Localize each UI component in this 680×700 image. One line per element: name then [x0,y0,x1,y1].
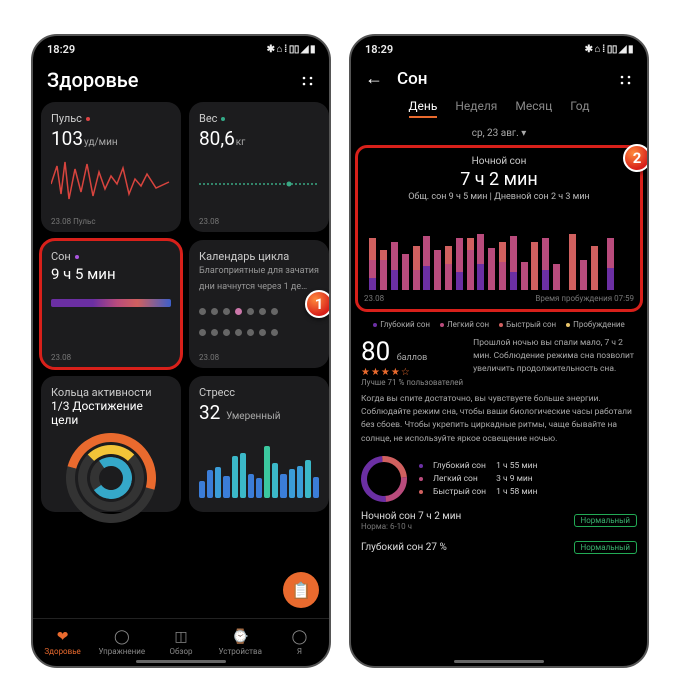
header: Здоровье [33,62,329,102]
tab-year[interactable]: Год [570,99,589,118]
status-icons: ✱ ⌂ ⁞ ▯▯ ◢ ▮ [585,44,633,55]
nav-health[interactable]: ❤Здоровье [33,619,92,666]
stress-card[interactable]: Стресс 32 Умеренный [189,376,329,512]
phone-left: 18:29 ✱ ⌂ ⁞ ▯▯ ◢ ▮ Здоровье Пульс 103уд/… [31,34,331,668]
health-dashboard[interactable]: Пульс 103уд/мин 23.08 Пульс Вес 80,6кг 2… [33,102,329,618]
weight-card[interactable]: Вес 80,6кг 23.08 [189,102,329,232]
sleep-bar [51,299,171,307]
sleep-legend: Глубокий сон Легкий сон Быстрый сон Проб… [351,312,647,337]
fab-button[interactable]: 📋 [283,572,319,608]
more-icon[interactable] [619,72,633,86]
sleep-summary-block[interactable]: Ночной сон 7 ч 2 мин Общ. сон 9 ч 5 мин … [355,145,643,312]
more-icon[interactable] [301,73,315,87]
header: ← Сон [351,62,647,95]
status-icons: ✱ ⌂ ⁞ ▯▯ ◢ ▮ [267,44,315,55]
callout-1: 1 [305,290,331,318]
date-picker[interactable]: ср, 23 авг. ▾ [351,126,647,145]
nav-me[interactable]: ◯Я [270,619,329,666]
advice-text: Когда вы спите достаточно, вы чувствуете… [351,387,647,452]
cycle-dots [199,308,319,315]
nav-exercise[interactable]: ◯Упражнение [92,619,151,666]
run-icon: ◯ [114,629,130,645]
bottom-nav: ❤Здоровье ◯Упражнение ◫Обзор ⌚Устройства… [33,618,329,666]
nav-devices[interactable]: ⌚Устройства [211,619,270,666]
status-bar: 18:29 ✱ ⌂ ⁞ ▯▯ ◢ ▮ [351,36,647,62]
activity-rings-card[interactable]: Кольца активности 1/3 Достижение цели [41,376,181,512]
home-indicator[interactable] [136,660,226,663]
person-icon: ◯ [292,629,308,645]
breakdown-ring [352,446,417,511]
tab-month[interactable]: Месяц [515,99,552,118]
home-indicator[interactable] [454,660,544,663]
page-title: Здоровье [47,68,139,92]
stat-night-sleep[interactable]: Ночной сон 7 ч 2 минНорма: 6-10 ч Нормал… [351,506,647,536]
star-rating: ★★★★☆ [361,367,463,378]
status-time: 18:29 [365,43,393,56]
sleep-card[interactable]: Сон 9 ч 5 мин 23.08 [41,240,181,368]
tab-week[interactable]: Неделя [455,99,497,118]
pulse-chart [51,154,171,210]
phone-right: 18:29 ✱ ⌂ ⁞ ▯▯ ◢ ▮ ← Сон День Неделя Мес… [349,34,649,668]
period-tabs: День Неделя Месяц Год [351,95,647,126]
pulse-card[interactable]: Пульс 103уд/мин 23.08 Пульс [41,102,181,232]
weight-chart [199,154,319,210]
page-title: Сон [397,69,427,89]
score-section: 80 баллов ★★★★☆ Лучше 71 % пользователей… [351,337,647,387]
tab-day[interactable]: День [409,99,438,118]
status-time: 18:29 [47,43,75,56]
stress-chart [199,428,319,498]
activity-rings [66,433,156,523]
nav-review[interactable]: ◫Обзор [151,619,210,666]
watch-icon: ⌚ [231,629,248,645]
browse-icon: ◫ [174,629,187,645]
sleep-breakdown: Глубокий сон1 ч 55 мин Легкий сон3 ч 9 м… [351,452,647,506]
callout-2: 2 [623,144,649,172]
stat-deep-sleep[interactable]: Глубокий сон 27 % Нормальный [351,536,647,559]
back-icon[interactable]: ← [365,68,383,89]
heart-icon: ❤ [57,629,69,645]
status-bar: 18:29 ✱ ⌂ ⁞ ▯▯ ◢ ▮ [33,36,329,62]
hypnogram-chart: /* decorative bars rendered via many col… [364,210,634,290]
